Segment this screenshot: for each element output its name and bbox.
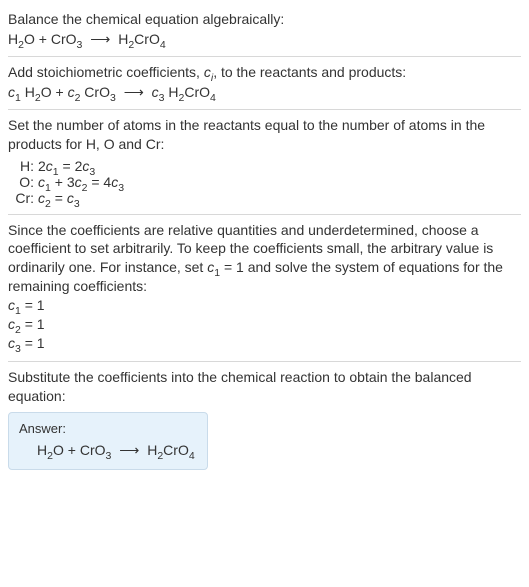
atom-balance-table: H: 2c1 = 2c3 O: c1 + 3c2 = 4c3 Cr: c2 = … — [8, 158, 128, 206]
answer-box: Answer: H2O + CrO3 ⟶ H2CrO4 — [8, 412, 208, 470]
plus: + — [35, 31, 51, 47]
arrow-icon: ⟶ — [115, 442, 143, 459]
table-row: H: 2c1 = 2c3 — [8, 158, 128, 174]
atom-eq-h: 2c1 = 2c3 — [38, 158, 128, 174]
problem-text: Balance the chemical equation algebraica… — [8, 10, 521, 29]
answer-label: Answer: — [19, 421, 197, 436]
coefficient-solutions: c1 = 1 c2 = 1 c3 = 1 — [8, 296, 521, 353]
coefficients-text: Add stoichiometric coefficients, ci, to … — [8, 63, 521, 82]
solution-line: c2 = 1 — [8, 315, 521, 334]
equation-unbalanced: H2O + CrO3 ⟶ H2CrO4 — [8, 31, 521, 48]
species-h2cro4: H2CrO4 — [118, 31, 165, 47]
atom-eq-o: c1 + 3c2 = 4c3 — [38, 174, 128, 190]
section-problem: Balance the chemical equation algebraica… — [8, 4, 521, 57]
table-row: Cr: c2 = c3 — [8, 190, 128, 206]
atom-balance-text: Set the number of atoms in the reactants… — [8, 116, 521, 154]
species-cro3: CrO3 — [80, 442, 112, 458]
section-atom-balance: Set the number of atoms in the reactants… — [8, 110, 521, 215]
species-h2cro4: H2CrO4 — [168, 84, 215, 100]
species-h2o: H2O — [25, 84, 52, 100]
equation-with-coefficients: c1 H2O + c2 CrO3 ⟶ c3 H2CrO4 — [8, 84, 521, 101]
species-h2cro4: H2CrO4 — [147, 442, 194, 458]
atom-label-cr: Cr: — [8, 190, 38, 206]
equation-balanced: H2O + CrO3 ⟶ H2CrO4 — [19, 442, 197, 459]
species-h2o: H2O — [8, 31, 35, 47]
arrow-icon: ⟶ — [120, 84, 148, 101]
species-cro3: CrO3 — [51, 31, 83, 47]
atom-label-h: H: — [8, 158, 38, 174]
section-solve: Since the coefficients are relative quan… — [8, 215, 521, 362]
species-h2o: H2O — [37, 442, 64, 458]
document-content: Balance the chemical equation algebraica… — [0, 0, 529, 486]
section-substitute: Substitute the coefficients into the che… — [8, 362, 521, 478]
atom-label-o: O: — [8, 174, 38, 190]
solution-line: c3 = 1 — [8, 334, 521, 353]
substitute-text: Substitute the coefficients into the che… — [8, 368, 521, 406]
solve-text: Since the coefficients are relative quan… — [8, 221, 521, 297]
solution-line: c1 = 1 — [8, 296, 521, 315]
section-coefficients: Add stoichiometric coefficients, ci, to … — [8, 57, 521, 110]
arrow-icon: ⟶ — [86, 31, 114, 48]
species-cro3: CrO3 — [84, 84, 116, 100]
table-row: O: c1 + 3c2 = 4c3 — [8, 174, 128, 190]
